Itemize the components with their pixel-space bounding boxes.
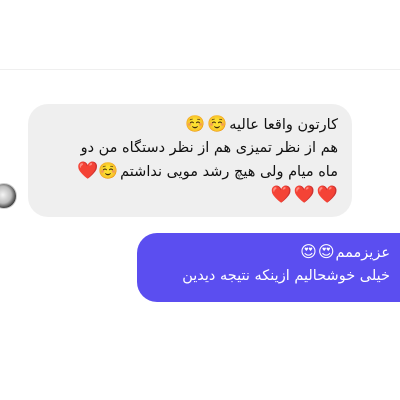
received-message-bubble[interactable]: کارتون واقعا عالیه☺️☺️ هم از نظر تمیزی ه…: [28, 104, 352, 217]
message-line-2: هم از نظر تمیزی هم از نظر دستگاه من دو: [40, 137, 338, 160]
message-line-3: ماه میام ولی هیچ رشد مویی نداشتم☺️❤️: [40, 160, 338, 184]
red-heart-icon: ❤️: [316, 185, 338, 205]
message-text: خیلی خوشحالیم ازینکه نتیجه دیدین: [182, 268, 390, 284]
avatar[interactable]: [0, 184, 16, 208]
red-heart-icon: ❤️: [270, 185, 292, 205]
message-line-2: خیلی خوشحالیم ازینکه نتیجه دیدین: [147, 265, 390, 288]
message-line-1: عزیزممم😍😍: [147, 241, 390, 265]
sent-message-bubble[interactable]: عزیزممم😍😍 خیلی خوشحالیم ازینکه نتیجه دید…: [137, 233, 400, 302]
heart-emoji-row: ❤️❤️❤️: [40, 184, 338, 208]
message-line-1: کارتون واقعا عالیه☺️☺️: [40, 113, 338, 137]
red-heart-icon: ❤️: [77, 161, 99, 181]
message-text: عزیزممم: [335, 245, 391, 261]
heart-eyes-icon: 😍: [317, 242, 335, 261]
smiling-face-icon: ☺️: [98, 161, 119, 180]
message-text: کارتون واقعا عالیه: [229, 117, 338, 133]
smiling-face-icon: ☺️: [185, 114, 206, 133]
message-text: ماه میام ولی هیچ رشد مویی نداشتم: [120, 164, 338, 180]
header-divider: [0, 69, 400, 70]
chat-screen: کارتون واقعا عالیه☺️☺️ هم از نظر تمیزی ه…: [0, 0, 400, 400]
red-heart-icon: ❤️: [293, 185, 315, 205]
smiling-face-icon: ☺️: [207, 114, 228, 133]
message-text: هم از نظر تمیزی هم از نظر دستگاه من دو: [80, 140, 338, 156]
heart-eyes-icon: 😍: [300, 242, 317, 261]
